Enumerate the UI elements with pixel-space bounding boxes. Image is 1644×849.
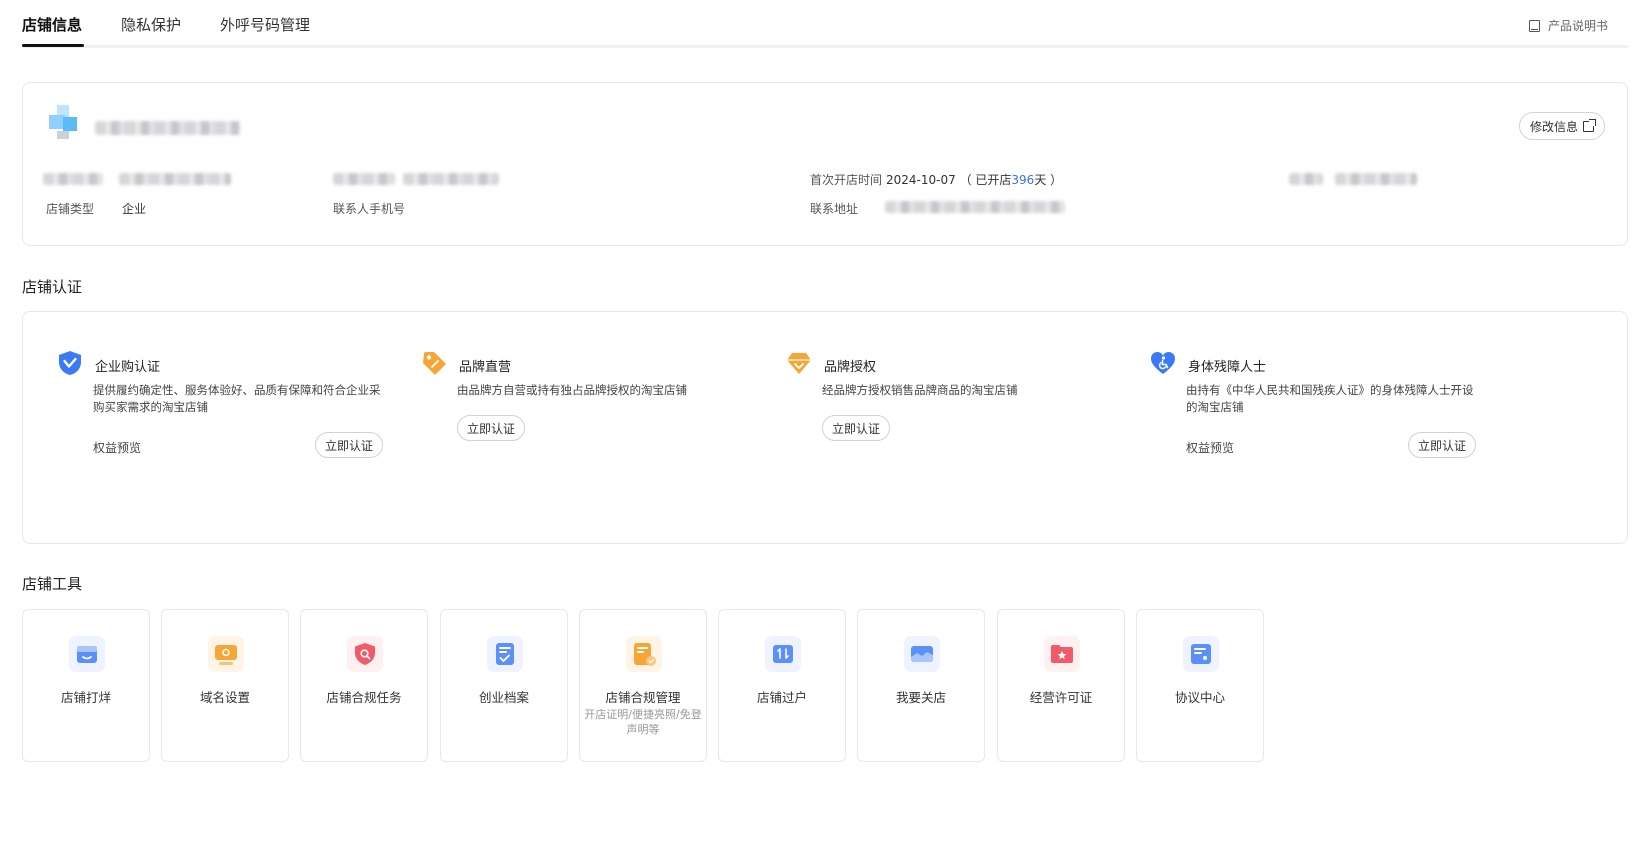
compliance-shield-icon xyxy=(347,636,383,672)
first-open-date: 2024-10-07 xyxy=(886,173,956,187)
edit-info-label: 修改信息 xyxy=(1529,119,1578,134)
tab-outbound-number[interactable]: 外呼号码管理 xyxy=(220,14,310,35)
cert-title: 品牌授权 xyxy=(824,360,877,375)
tool-agreement-center[interactable]: 协议中心 xyxy=(1136,609,1264,762)
tools-section-title: 店铺工具 xyxy=(22,575,83,593)
shop-logo xyxy=(49,105,83,141)
top-tabs: 店铺信息 隐私保护 外呼号码管理 产品说明书 xyxy=(22,0,1628,48)
cert-desc: 经品牌方授权销售品牌商品的淘宝店铺 xyxy=(822,383,1018,397)
open-days-suffix: 天 ） xyxy=(1034,173,1063,187)
cert-title: 身体残障人士 xyxy=(1188,360,1267,375)
first-open-label: 首次开店时间 xyxy=(810,173,883,187)
tool-compliance-management[interactable]: 店铺合规管理 开店证明/便捷亮照/免登声明等 xyxy=(579,609,707,762)
tool-sublabel: 开店证明/便捷亮照/免登声明等 xyxy=(584,708,702,736)
benefit-preview-link[interactable]: 权益预览 xyxy=(93,439,141,456)
compliance-doc-icon xyxy=(626,636,662,672)
cert-item-disabled-persons: 身体残障人士 由持有《中华人民共和国残疾人证》的身体残障人士开设的淘宝店铺 权益… xyxy=(1150,350,1480,470)
cert-card: 企业购认证 提供履约确定性、服务体验好、品质有保障和符合企业采购买家需求的淘宝店… xyxy=(22,311,1628,544)
tab-privacy-protection[interactable]: 隐私保护 xyxy=(121,14,181,35)
tag-icon xyxy=(423,352,446,375)
cert-item-enterprise: 企业购认证 提供履约确定性、服务体验好、品质有保障和符合企业采购买家需求的淘宝店… xyxy=(57,350,387,470)
address-redacted xyxy=(885,201,1065,213)
certify-now-button[interactable]: 立即认证 xyxy=(315,432,384,458)
cert-desc: 由持有《中华人民共和国残疾人证》的身体残障人士开设的淘宝店铺 xyxy=(1186,383,1474,414)
agreement-icon xyxy=(1183,636,1219,672)
redacted-value xyxy=(403,173,499,185)
tool-label: 店铺合规管理 xyxy=(605,690,681,705)
tool-label: 创业档案 xyxy=(478,690,529,705)
tool-label: 我要关店 xyxy=(895,690,946,705)
shop-type-value: 企业 xyxy=(122,202,147,216)
tool-store-close[interactable]: 店铺打烊 xyxy=(22,609,150,762)
tool-startup-archive[interactable]: 创业档案 xyxy=(440,609,568,762)
license-icon xyxy=(1044,636,1080,672)
diamond-icon xyxy=(787,353,811,374)
first-open-value: 2024-10-07 （ 已开店396天 ） xyxy=(886,171,1062,188)
redacted-label xyxy=(43,173,103,185)
open-days-count: 396 xyxy=(1011,173,1035,187)
tool-domain-settings[interactable]: 域名设置 xyxy=(161,609,289,762)
address-label: 联系地址 xyxy=(810,202,859,216)
redacted-value xyxy=(1335,173,1417,185)
transfer-icon xyxy=(765,636,801,672)
heart-accessibility-icon xyxy=(1151,352,1175,374)
cert-title: 企业购认证 xyxy=(95,360,161,375)
cert-title: 品牌直营 xyxy=(459,360,512,375)
cert-desc: 提供履约确定性、服务体验好、品质有保障和符合企业采购买家需求的淘宝店铺 xyxy=(93,383,381,414)
tool-business-license[interactable]: 经营许可证 xyxy=(997,609,1125,762)
tool-close-shop[interactable]: 我要关店 xyxy=(857,609,985,762)
certify-now-button[interactable]: 立即认证 xyxy=(1408,432,1477,458)
book-icon xyxy=(1528,19,1540,32)
redacted-label xyxy=(1289,173,1323,185)
tool-label: 店铺打烊 xyxy=(60,690,111,705)
tool-compliance-task[interactable]: 店铺合规任务 xyxy=(300,609,428,762)
certify-now-button[interactable]: 立即认证 xyxy=(822,415,891,441)
cert-item-brand-direct: 品牌直营 由品牌方自营或持有独占品牌授权的淘宝店铺 立即认证 xyxy=(421,350,751,470)
tab-shop-info[interactable]: 店铺信息 xyxy=(22,14,82,35)
cert-item-brand-authorized: 品牌授权 经品牌方授权销售品牌商品的淘宝店铺 立即认证 xyxy=(786,350,1116,470)
contact-phone-label: 联系人手机号 xyxy=(333,202,406,216)
tool-label: 店铺合规任务 xyxy=(326,690,402,705)
domain-settings-icon xyxy=(208,636,244,672)
cert-section-title: 店铺认证 xyxy=(22,278,83,296)
archive-icon xyxy=(487,636,523,672)
open-days-prefix: （ 已开店 xyxy=(959,173,1012,187)
benefit-preview-link[interactable]: 权益预览 xyxy=(1186,439,1234,456)
shop-type-label: 店铺类型 xyxy=(46,202,95,216)
shop-name-redacted xyxy=(95,121,240,135)
product-manual-label: 产品说明书 xyxy=(1547,19,1608,33)
tool-label: 经营许可证 xyxy=(1029,690,1093,705)
tabs-divider xyxy=(22,45,1628,48)
tool-shop-transfer[interactable]: 店铺过户 xyxy=(718,609,846,762)
shield-check-icon xyxy=(59,351,81,375)
edit-info-button[interactable]: 修改信息 xyxy=(1518,112,1605,140)
close-shop-icon xyxy=(904,636,940,672)
product-manual-link[interactable]: 产品说明书 xyxy=(1528,17,1608,34)
redacted-value xyxy=(119,173,231,185)
external-link-icon xyxy=(1583,118,1596,132)
tool-label: 店铺过户 xyxy=(756,690,807,705)
shop-info-card: 修改信息 首次开店时间 2024-10-07 （ 已开店396天 ） 店铺类型 … xyxy=(22,82,1628,246)
cert-desc: 由品牌方自营或持有独占品牌授权的淘宝店铺 xyxy=(457,383,687,397)
tool-label: 协议中心 xyxy=(1174,690,1225,705)
redacted-label xyxy=(333,173,395,185)
certify-now-button[interactable]: 立即认证 xyxy=(457,415,526,441)
store-close-icon xyxy=(69,636,105,672)
tool-label: 域名设置 xyxy=(199,690,250,705)
tab-active-indicator xyxy=(22,44,84,47)
